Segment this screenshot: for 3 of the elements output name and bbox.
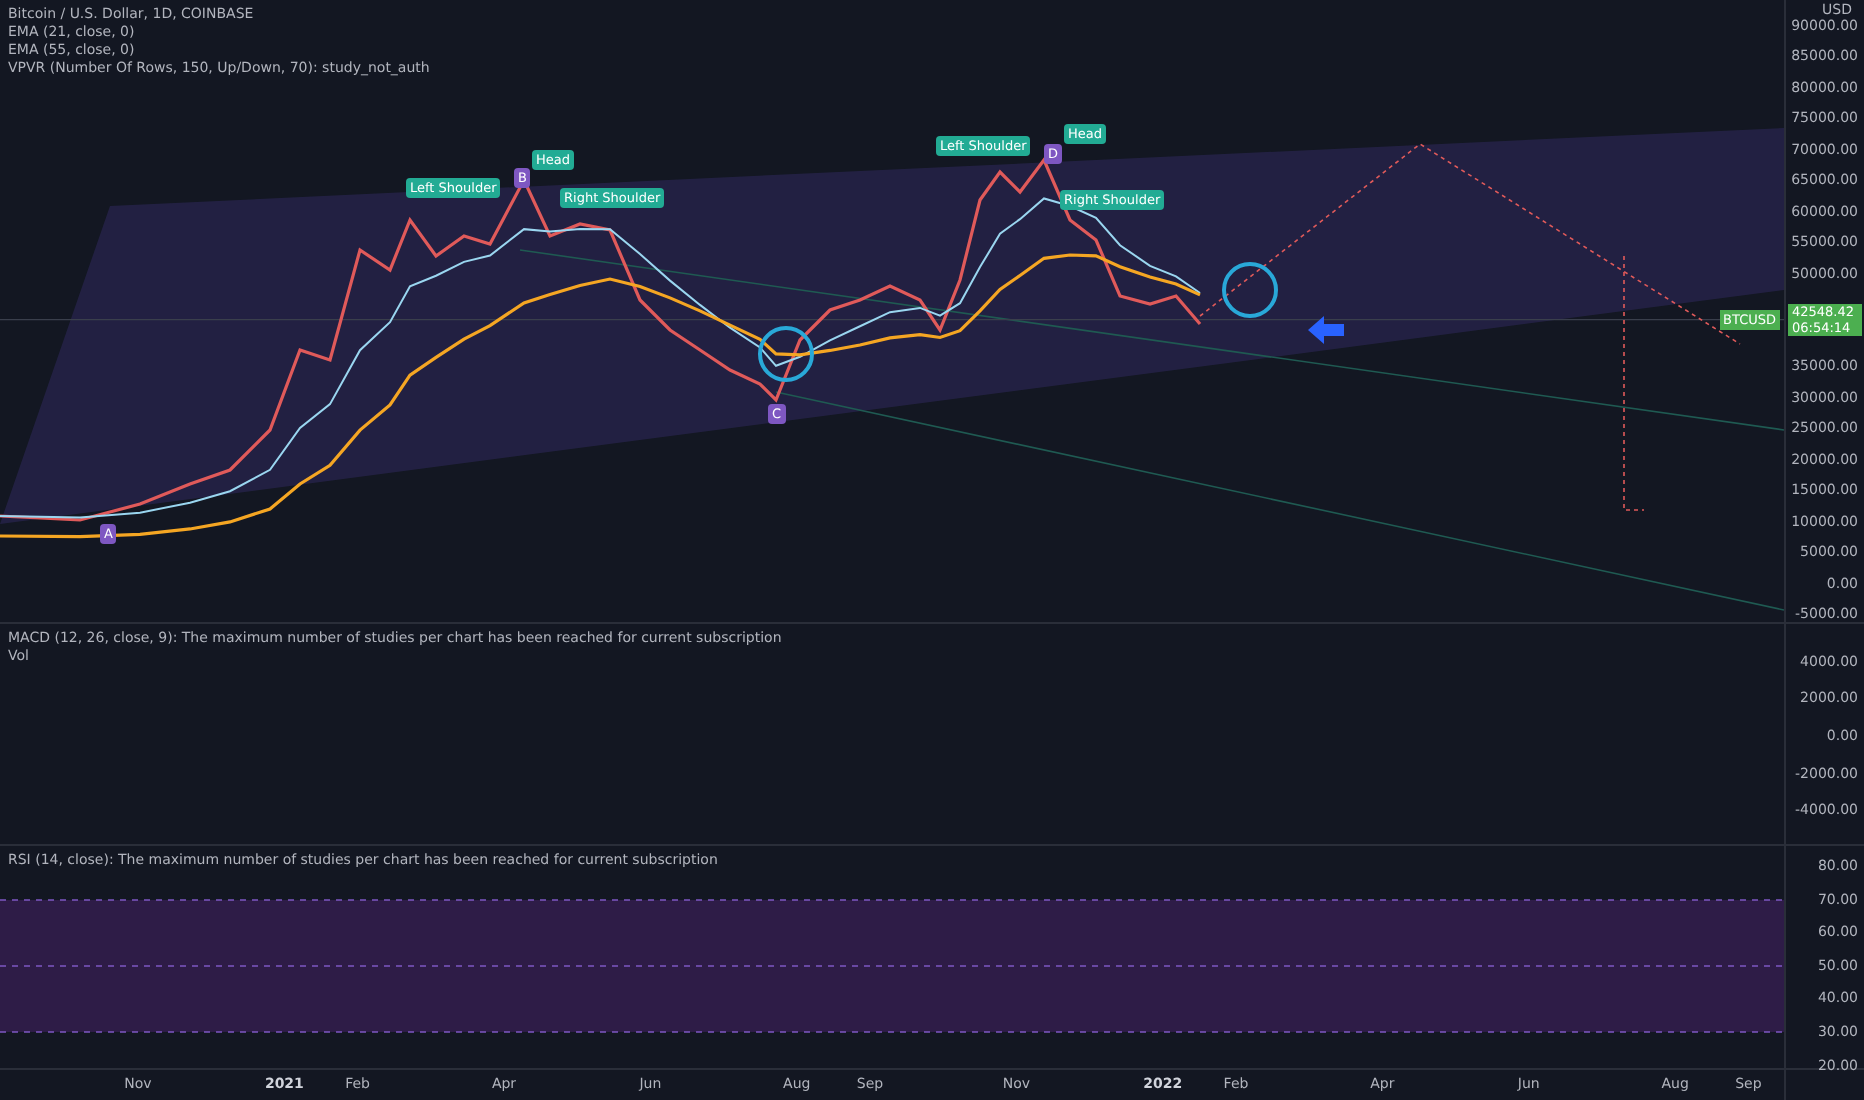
arrow-icon (1308, 316, 1344, 344)
circle-marker (758, 326, 814, 382)
circle-marker (1222, 262, 1278, 318)
